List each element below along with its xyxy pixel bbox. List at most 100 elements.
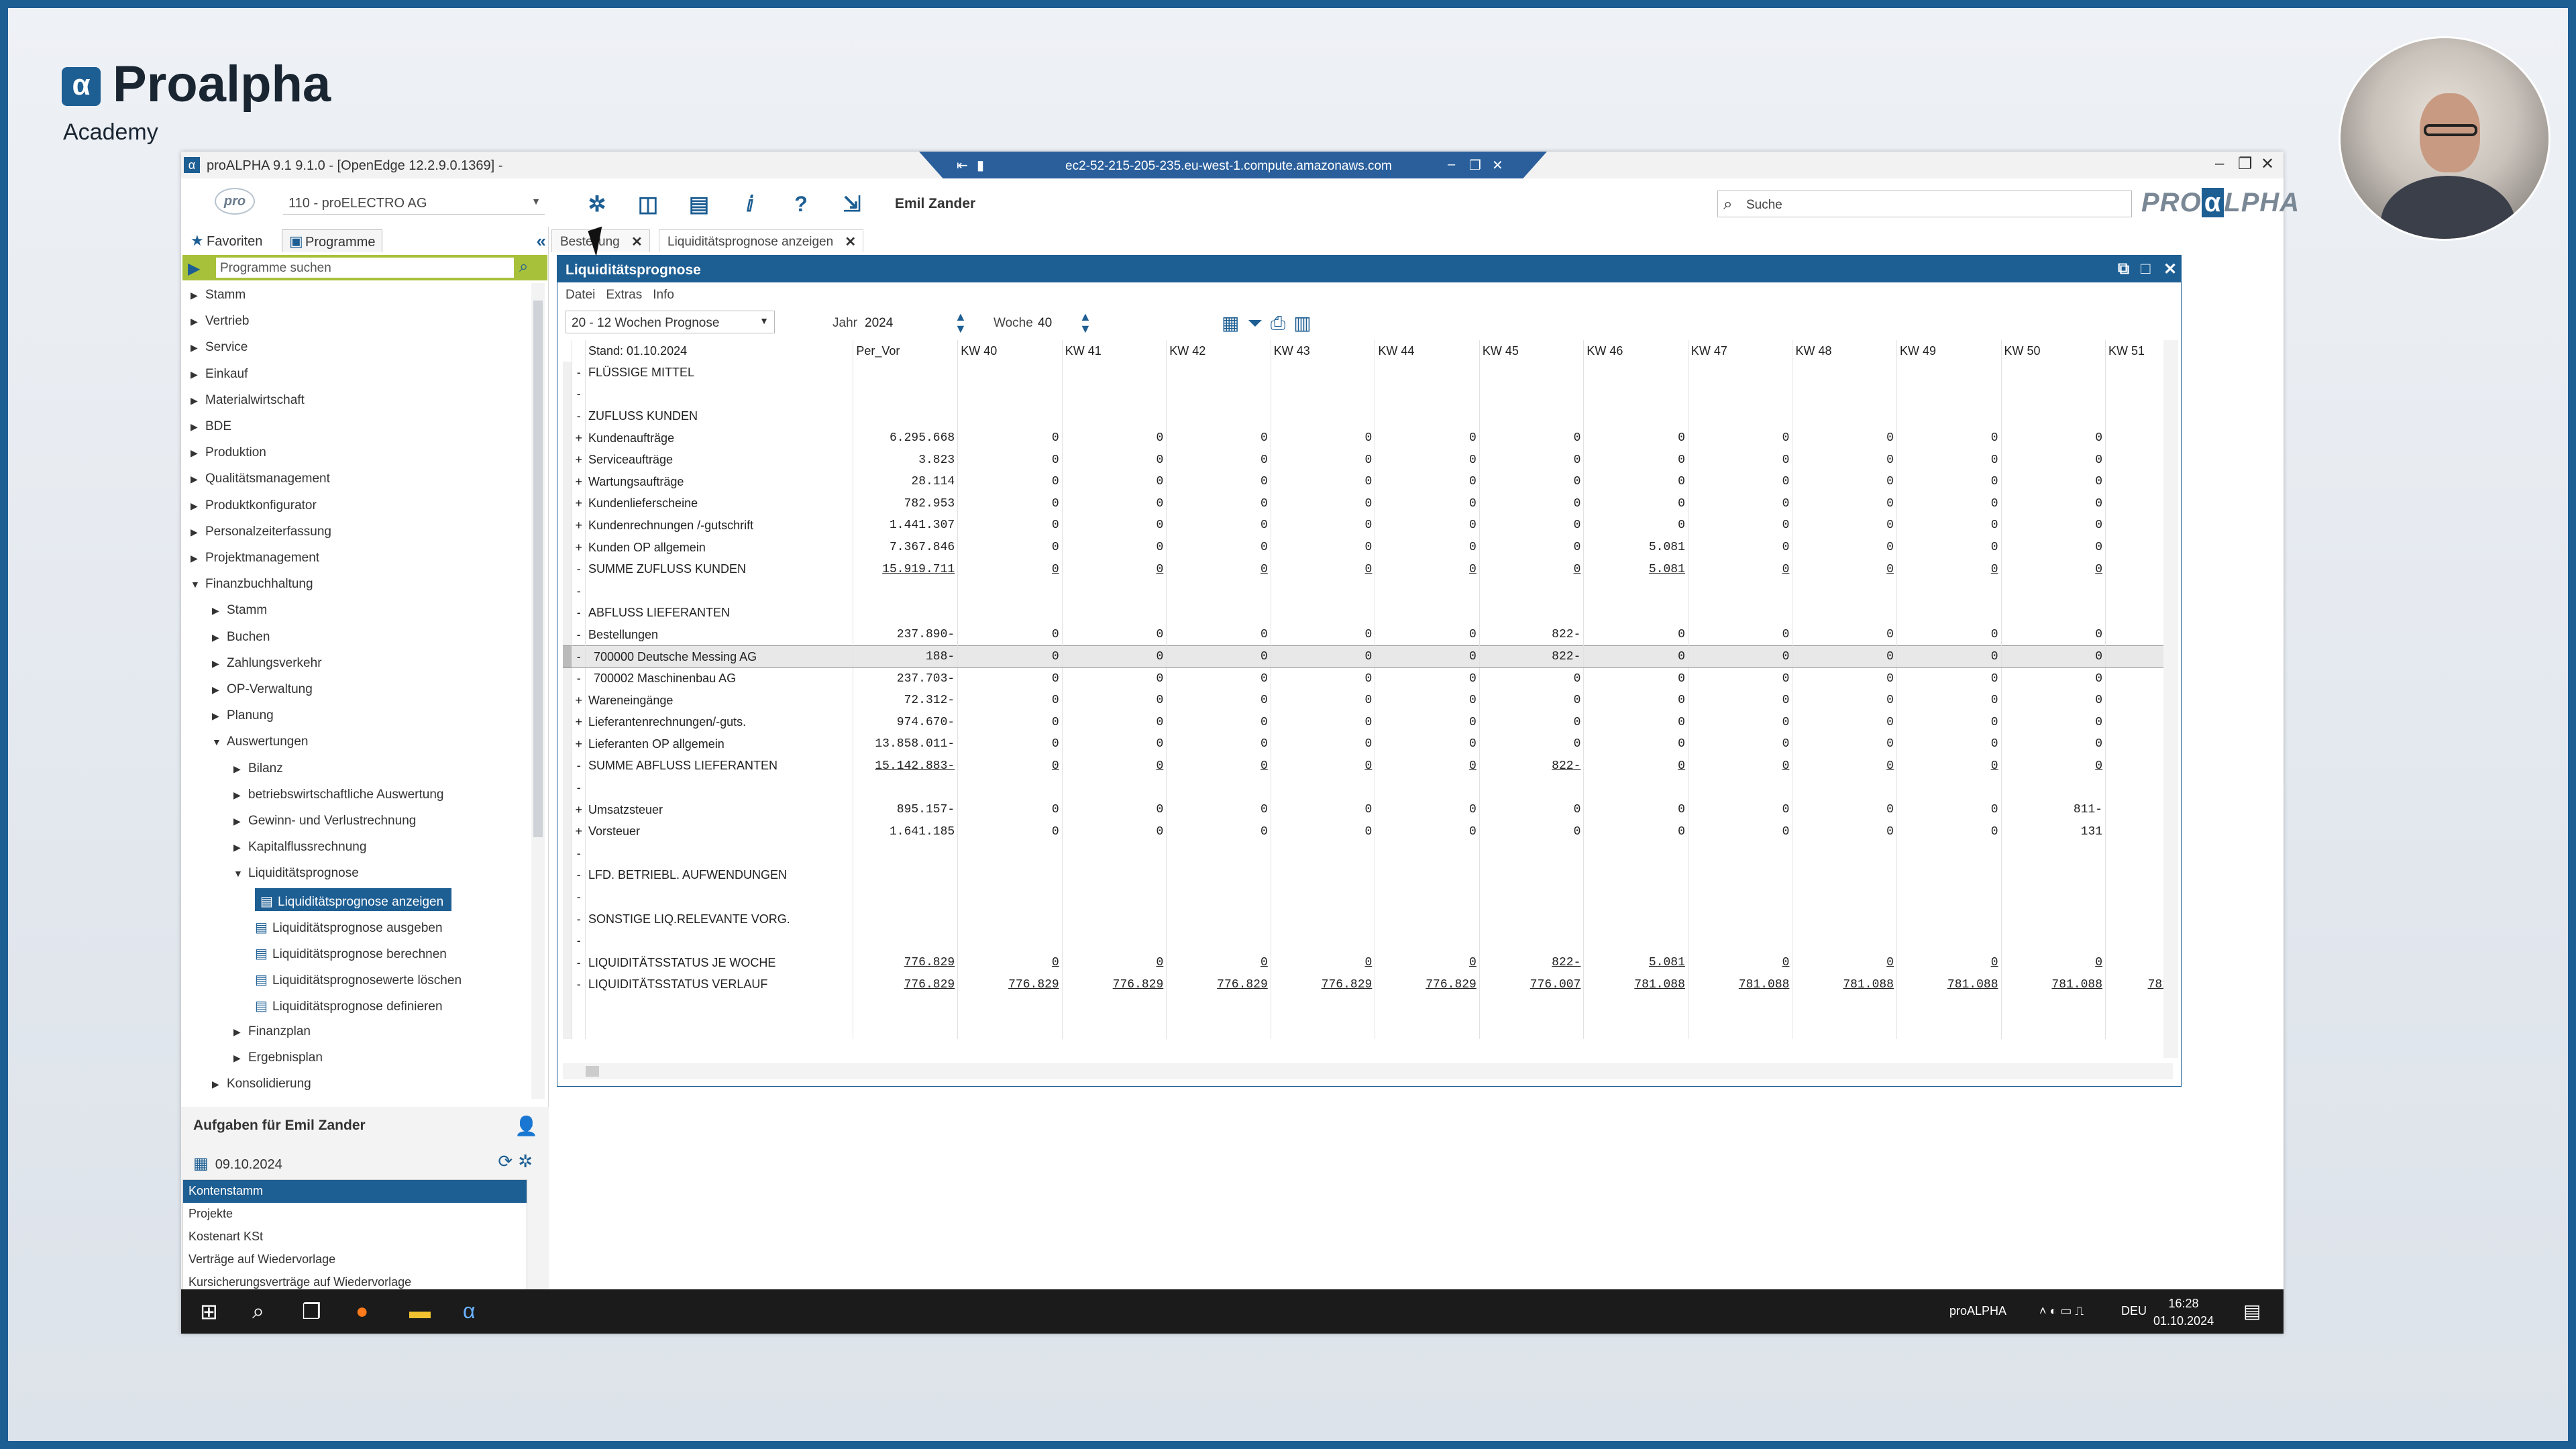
value-cell[interactable]: 0 <box>1166 492 1271 515</box>
value-cell[interactable] <box>1062 405 1167 427</box>
tree-item[interactable]: ▶ Buchen <box>212 625 270 648</box>
value-cell[interactable] <box>1688 1017 1793 1040</box>
value-cell[interactable] <box>1688 908 1793 930</box>
collapse-row-icon[interactable]: - <box>572 667 586 690</box>
value-cell[interactable]: 0 <box>1375 624 1480 646</box>
collapsed-arrow-icon[interactable]: ▶ <box>191 395 200 407</box>
value-cell[interactable] <box>1792 362 1897 384</box>
column-header[interactable]: KW 50 <box>2001 340 2106 362</box>
expand-row-icon[interactable]: + <box>572 470 586 493</box>
value-cell[interactable]: 0 <box>1479 667 1585 690</box>
value-cell[interactable]: 0 <box>1375 536 1480 559</box>
tree-item[interactable]: ▶ Zahlungsverkehr <box>212 651 322 674</box>
table-row[interactable]: + Kunden OP allgemein 7.367.846 0 0 0 0 0 0 5.081… <box>563 536 2173 559</box>
value-cell[interactable]: 0 <box>1062 558 1167 580</box>
column-header[interactable]: KW 40 <box>957 340 1063 362</box>
row-selector[interactable] <box>563 667 573 690</box>
value-cell[interactable] <box>1375 886 1480 908</box>
menu-datei[interactable]: Datei <box>566 288 595 302</box>
value-cell[interactable]: 0 <box>1688 667 1793 690</box>
value-cell[interactable] <box>957 362 1063 384</box>
value-cell[interactable]: 5.081 <box>1583 536 1688 559</box>
value-cell[interactable]: 0 <box>1896 952 2002 974</box>
tree-item[interactable]: ▼ Auswertungen <box>212 730 308 753</box>
value-cell[interactable]: 0 <box>1166 689 1271 712</box>
value-cell[interactable] <box>2105 689 2173 712</box>
value-cell[interactable] <box>957 1017 1063 1040</box>
logout-icon[interactable]: ⇲ <box>839 191 865 217</box>
value-cell[interactable]: 0 <box>1271 624 1376 646</box>
table-row[interactable]: + Lieferantenrechnungen/-guts. 974.670- 0 0 0… <box>563 711 2173 734</box>
value-cell[interactable] <box>1271 996 1376 1018</box>
table-row[interactable]: - LIQUIDITÄTSSTATUS VERLAUF 776.829 776.829… <box>563 973 2173 996</box>
gear-icon[interactable]: ✲ <box>518 1151 538 1171</box>
value-cell[interactable]: 0 <box>1583 689 1688 712</box>
value-cell[interactable] <box>1688 405 1793 427</box>
value-cell[interactable]: 0 <box>957 733 1063 755</box>
tree-item[interactable]: ▶ Kapitalflussrechnung <box>233 835 366 858</box>
collapsed-arrow-icon[interactable]: ▶ <box>233 763 243 775</box>
value-cell[interactable] <box>1062 930 1167 953</box>
value-cell[interactable] <box>1166 1017 1271 1040</box>
value-cell[interactable]: 188- <box>853 645 959 668</box>
collapsed-arrow-icon[interactable]: ▶ <box>233 1026 243 1038</box>
value-cell[interactable] <box>957 777 1063 799</box>
value-cell[interactable]: 822- <box>1479 755 1585 777</box>
year-field[interactable]: 2024 <box>865 316 893 331</box>
value-cell[interactable]: 0 <box>1166 427 1271 449</box>
table-row[interactable]: - <box>563 930 2173 953</box>
value-cell[interactable] <box>1062 580 1167 602</box>
row-selector[interactable] <box>563 645 573 668</box>
value-cell[interactable] <box>1792 383 1897 406</box>
value-cell[interactable] <box>853 383 959 406</box>
column-header[interactable]: KW 45 <box>1479 340 1585 362</box>
value-cell[interactable] <box>2001 602 2106 625</box>
value-cell[interactable] <box>1271 886 1376 908</box>
value-cell[interactable] <box>1479 864 1585 887</box>
value-cell[interactable] <box>2105 777 2173 799</box>
value-cell[interactable]: 0 <box>1792 645 1897 668</box>
collapsed-arrow-icon[interactable]: ▶ <box>191 421 200 433</box>
value-cell[interactable]: 0 <box>1583 624 1688 646</box>
collapsed-arrow-icon[interactable]: ▶ <box>233 1053 243 1064</box>
value-cell[interactable]: 0 <box>1896 515 2002 537</box>
value-cell[interactable]: 895.157- <box>853 798 959 821</box>
expand-row-icon[interactable]: + <box>572 492 586 515</box>
value-cell[interactable] <box>853 580 959 602</box>
pin-icon[interactable]: ⇤ <box>957 157 968 174</box>
value-cell[interactable] <box>1583 930 1688 953</box>
value-cell[interactable] <box>2105 733 2173 755</box>
value-cell[interactable] <box>1896 777 2002 799</box>
value-cell[interactable]: 5.081 <box>1583 952 1688 974</box>
value-cell[interactable] <box>1896 383 2002 406</box>
value-cell[interactable]: 0 <box>1166 624 1271 646</box>
value-cell[interactable] <box>1062 383 1167 406</box>
task-view-icon[interactable]: ❐ <box>302 1299 321 1324</box>
value-cell[interactable]: 0 <box>957 820 1063 843</box>
value-cell[interactable] <box>957 930 1063 953</box>
table-row[interactable]: - <box>563 580 2173 602</box>
value-cell[interactable]: 0 <box>1896 733 2002 755</box>
value-cell[interactable]: 0 <box>1271 667 1376 690</box>
collapse-row-icon[interactable]: - <box>572 558 586 580</box>
value-cell[interactable]: 0 <box>1583 449 1688 471</box>
value-cell[interactable] <box>1375 1017 1480 1040</box>
company-select[interactable]: 110 - proELECTRO AG ▼ <box>283 191 545 215</box>
value-cell[interactable] <box>2105 908 2173 930</box>
tab-liquiditaetsprognose[interactable]: Liquiditätsprognose anzeigen ✕ <box>659 229 864 252</box>
value-cell[interactable]: 0 <box>1688 427 1793 449</box>
value-cell[interactable] <box>1792 996 1897 1018</box>
value-cell[interactable] <box>2001 886 2106 908</box>
table-row[interactable]: - SUMME ABFLUSS LIEFERANTEN 15.142.883- 0 0 0… <box>563 755 2173 777</box>
value-cell[interactable]: 0 <box>1688 820 1793 843</box>
value-cell[interactable] <box>1688 864 1793 887</box>
tree-item[interactable]: ▶ Produktion <box>191 441 266 464</box>
value-cell[interactable]: 0 <box>957 798 1063 821</box>
value-cell[interactable] <box>1375 580 1480 602</box>
value-cell[interactable] <box>1271 1017 1376 1040</box>
value-cell[interactable] <box>853 362 959 384</box>
value-cell[interactable]: 0 <box>1792 820 1897 843</box>
column-header[interactable]: KW 42 <box>1166 340 1271 362</box>
week-stepper-icon[interactable]: ▲ ▼ <box>1079 311 1091 335</box>
collapsed-arrow-icon[interactable]: ▶ <box>191 474 200 485</box>
